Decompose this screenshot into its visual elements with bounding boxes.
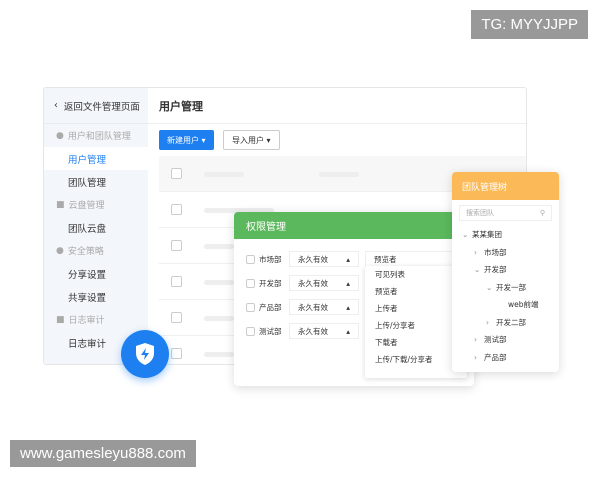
sidebar-item-sharing[interactable]: 共享设置 <box>44 285 148 308</box>
page-title: 用户管理 <box>148 88 526 124</box>
caret-up-icon: ▴ <box>346 326 350 336</box>
dept-label: 市场部 <box>259 254 282 264</box>
dept-label: 测试部 <box>259 326 282 336</box>
group-label: 安全策略 <box>67 247 104 257</box>
search-icon: ⚲ <box>539 209 545 217</box>
team-tree-panel: 团队管理树 搜索团队 ⚲ ⌄ 某某集团 › 市场部 ⌄ 开发部 ⌄ 开发一部 web前端 › 开发二部… <box>452 172 559 372</box>
checkbox[interactable] <box>246 278 255 288</box>
dept-label: 产品部 <box>259 302 282 312</box>
chevron-right-icon: › <box>474 335 477 345</box>
watermark-top: TG: MYYJJPP <box>471 10 588 39</box>
user-icon: ● <box>56 130 64 141</box>
team-tree-title: 团队管理树 <box>452 172 559 200</box>
new-user-button[interactable]: 新建用户 ▾ <box>159 130 214 150</box>
caret-up-icon: ▴ <box>346 254 350 264</box>
validity-value: 永久有效 <box>298 254 328 264</box>
search-placeholder: 搜索团队 <box>466 209 494 217</box>
team-tree: ⌄ 某某集团 › 市场部 ⌄ 开发部 ⌄ 开发一部 web前端 › 开发二部 › 测试部 › 产品部 <box>452 226 559 366</box>
tree-node-label: 开发一部 <box>496 282 526 292</box>
sidebar-item-team-disk[interactable]: 团队云盘 <box>44 216 148 239</box>
disk-icon: ■ <box>56 199 65 210</box>
validity-select[interactable]: 永久有效 ▴ <box>289 251 359 267</box>
checkbox[interactable] <box>246 302 255 312</box>
group-log: ■ 日志审计 <box>44 308 148 331</box>
tree-node[interactable]: ⌄ 开发一部 <box>452 279 559 297</box>
watermark-bottom: www.gamesleyu888.com <box>10 440 196 467</box>
validity-select[interactable]: 永久有效 ▴ <box>289 299 359 315</box>
group-users: ● 用户和团队管理 <box>44 124 148 147</box>
tree-node[interactable]: ⌄ 开发部 <box>452 261 559 279</box>
checkbox[interactable] <box>171 312 182 323</box>
shield-small-icon: ● <box>56 245 64 256</box>
permission-row: 产品部 <box>246 298 282 316</box>
role-value: 预览者 <box>374 254 397 264</box>
dept-label: 开发部 <box>259 278 282 288</box>
permission-row: 测试部 <box>246 322 282 340</box>
checkbox[interactable] <box>171 168 182 179</box>
sidebar-item-users[interactable]: 用户管理 <box>44 147 148 170</box>
checkbox[interactable] <box>246 254 255 264</box>
tree-node-label: 测试部 <box>484 335 507 345</box>
group-label: 用户和团队管理 <box>67 132 131 142</box>
checkbox[interactable] <box>171 348 182 359</box>
tree-node[interactable]: › 测试部 <box>452 331 559 349</box>
permission-title: 权限管理 <box>234 212 474 239</box>
chevron-right-icon: › <box>486 317 489 327</box>
group-security: ● 安全策略 <box>44 239 148 262</box>
chevron-right-icon: › <box>474 247 477 257</box>
checkbox[interactable] <box>171 204 182 215</box>
tree-node-label: 开发二部 <box>496 317 526 327</box>
validity-value: 永久有效 <box>298 326 328 336</box>
chevron-left-icon: ‹ <box>54 100 58 111</box>
tree-node[interactable]: web前端 <box>452 296 559 314</box>
tree-node-label: 开发部 <box>484 265 507 275</box>
chevron-down-icon: ⌄ <box>462 230 469 240</box>
sidebar-item-teams[interactable]: 团队管理 <box>44 170 148 193</box>
validity-select[interactable]: 永久有效 ▴ <box>289 323 359 339</box>
log-icon: ■ <box>56 314 65 325</box>
group-label: 日志审计 <box>68 316 105 326</box>
group-label: 云盘管理 <box>68 201 105 211</box>
validity-value: 永久有效 <box>298 302 328 312</box>
security-badge <box>121 330 169 378</box>
chevron-down-icon: ⌄ <box>486 282 493 292</box>
shield-lightning-icon <box>136 343 154 365</box>
tree-node[interactable]: › 产品部 <box>452 349 559 367</box>
back-label: 返回文件管理页面 <box>63 101 140 113</box>
tree-node[interactable]: › 市场部 <box>452 244 559 262</box>
permission-row: 开发部 <box>246 274 282 292</box>
team-search-input[interactable]: 搜索团队 ⚲ <box>459 205 552 221</box>
checkbox[interactable] <box>246 326 255 336</box>
new-user-label: 新建用户 <box>167 135 199 145</box>
chevron-down-icon: ⌄ <box>474 265 481 275</box>
caret-up-icon: ▴ <box>346 278 350 288</box>
tree-node-label: 产品部 <box>484 352 507 362</box>
permission-row: 市场部 <box>246 250 282 268</box>
caret-up-icon: ▴ <box>346 302 350 312</box>
tree-node-label: 市场部 <box>484 247 507 257</box>
import-user-button[interactable]: 导入用户 ▾ <box>223 130 280 150</box>
tree-node-label: 某某集团 <box>472 230 502 240</box>
checkbox[interactable] <box>171 240 182 251</box>
import-user-label: 导入用户 <box>232 135 264 145</box>
checkbox[interactable] <box>171 276 182 287</box>
group-cloud: ■ 云盘管理 <box>44 193 148 216</box>
tree-node-label: web前端 <box>508 300 539 310</box>
tree-node[interactable]: ⌄ 某某集团 <box>452 226 559 244</box>
sidebar-item-share[interactable]: 分享设置 <box>44 262 148 285</box>
validity-value: 永久有效 <box>298 278 328 288</box>
chevron-right-icon: › <box>474 352 477 362</box>
sidebar: ‹ 返回文件管理页面 ● 用户和团队管理 用户管理 团队管理 ■ 云盘管理 团队云盘 … <box>44 88 148 364</box>
validity-select[interactable]: 永久有效 ▴ <box>289 275 359 291</box>
permission-panel: 权限管理 市场部 永久有效 ▴ 预览者 开发部 永久有效 ▴ 产品部 永久有效 ▴ 测… <box>234 212 474 386</box>
tree-node[interactable]: › 开发二部 <box>452 314 559 332</box>
back-link[interactable]: ‹ 返回文件管理页面 <box>44 88 148 124</box>
